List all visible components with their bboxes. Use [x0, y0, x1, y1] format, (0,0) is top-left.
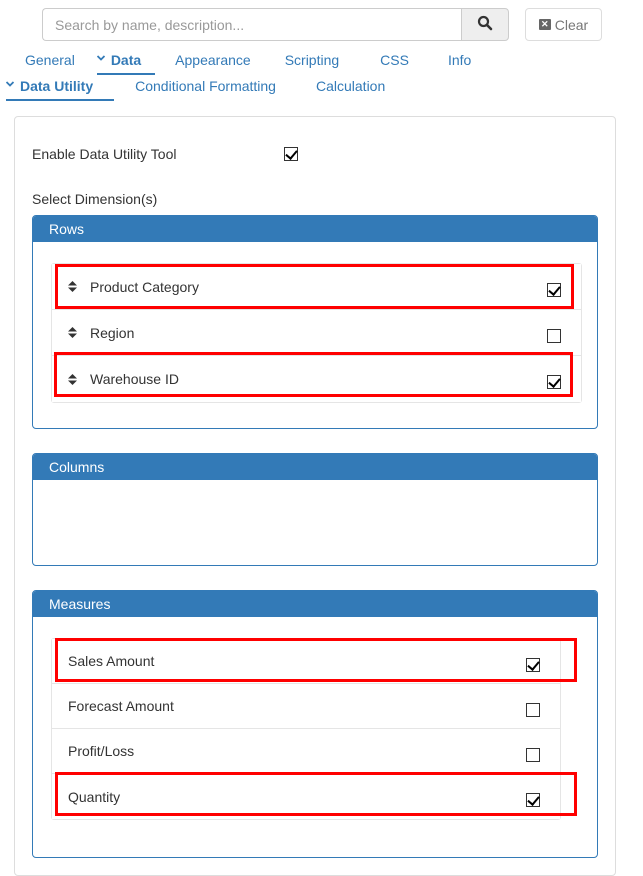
tab-appearance[interactable]: Appearance [175, 52, 251, 75]
search-icon [477, 15, 493, 34]
product-category-checkbox[interactable] [547, 283, 561, 297]
tab-label: Conditional Formatting [135, 78, 276, 94]
clear-button[interactable]: ✕ Clear [525, 8, 602, 41]
sort-handle-icon[interactable] [68, 373, 78, 385]
list-item-product-category[interactable]: Product Category [52, 264, 581, 310]
item-label: Quantity [68, 788, 121, 805]
item-label: Region [90, 324, 135, 341]
tab-label: Info [447, 52, 472, 68]
item-label: Forecast Amount [68, 698, 174, 714]
tab-label: Calculation [315, 78, 386, 94]
subtab-conditional-formatting[interactable]: Conditional Formatting [135, 78, 276, 101]
tab-label: Data [110, 52, 142, 68]
rows-list: Product Category Region Warehouse ID [51, 263, 582, 403]
search-button[interactable] [461, 8, 509, 41]
measures-panel: Measures Sales Amount Forecast Amount Pr… [32, 590, 598, 858]
columns-panel-header: Columns [33, 454, 597, 480]
list-item-forecast-amount[interactable]: Forecast Amount [52, 684, 560, 729]
search-input[interactable] [42, 8, 461, 41]
measures-panel-header: Measures [33, 591, 597, 617]
sort-handle-icon[interactable] [68, 281, 78, 292]
chevron-down-icon [96, 54, 105, 62]
close-box-icon: ✕ [538, 19, 551, 30]
sort-handle-icon[interactable] [68, 327, 78, 338]
tab-css[interactable]: CSS [380, 52, 409, 75]
main-tabs: General Data Appearance Scripting CSS In… [0, 52, 471, 75]
tab-info[interactable]: Info [448, 52, 471, 75]
sales-amount-checkbox[interactable] [526, 658, 540, 672]
item-label: Product Category [90, 278, 199, 295]
tab-label: Appearance [175, 52, 251, 68]
list-item-sales-amount[interactable]: Sales Amount [52, 639, 560, 684]
select-dimensions-label: Select Dimension(s) [32, 191, 158, 207]
chevron-down-icon [6, 80, 14, 88]
forecast-amount-checkbox[interactable] [526, 703, 540, 717]
tab-label: Data Utility [20, 78, 94, 94]
list-item-warehouse-id[interactable]: Warehouse ID [52, 356, 581, 402]
measures-list: Sales Amount Forecast Amount Profit/Loss… [51, 638, 561, 820]
tab-label: General [25, 52, 75, 68]
region-checkbox[interactable] [547, 329, 561, 343]
warehouse-id-checkbox[interactable] [547, 375, 561, 389]
rows-panel: Rows Product Category Region Warehouse I… [32, 215, 598, 429]
rows-panel-header: Rows [33, 216, 597, 242]
tab-scripting[interactable]: Scripting [285, 52, 339, 75]
clear-label: Clear [554, 16, 589, 33]
item-label: Sales Amount [68, 653, 155, 669]
quantity-checkbox[interactable] [526, 793, 540, 807]
list-item-profit-loss[interactable]: Profit/Loss [52, 729, 560, 774]
enable-data-utility-label: Enable Data Utility Tool [32, 146, 177, 162]
columns-panel: Columns [32, 453, 598, 566]
item-label: Warehouse ID [90, 371, 179, 387]
profit-loss-checkbox[interactable] [526, 748, 540, 762]
item-label: Profit/Loss [68, 743, 135, 759]
tab-label: Scripting [284, 52, 340, 68]
subtab-calculation[interactable]: Calculation [316, 78, 385, 101]
subtab-data-utility[interactable]: Data Utility [6, 78, 115, 101]
list-item-region[interactable]: Region [52, 310, 581, 356]
tab-label: CSS [380, 52, 409, 68]
columns-drop-zone[interactable] [33, 480, 597, 565]
enable-data-utility-checkbox[interactable] [284, 147, 298, 161]
sub-tabs: Data Utility Conditional Formatting Calc… [0, 78, 385, 101]
tab-data[interactable]: Data [96, 52, 156, 75]
search-group [42, 8, 509, 41]
list-item-quantity[interactable]: Quantity [52, 774, 560, 819]
tab-general[interactable]: General [25, 52, 75, 75]
